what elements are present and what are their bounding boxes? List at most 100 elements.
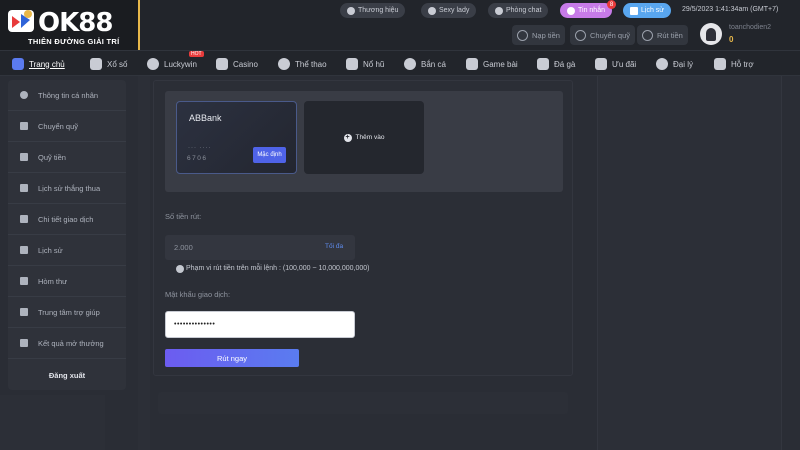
bank-name: ABBank: [189, 113, 222, 123]
pill-label: Tin nhắn: [578, 7, 605, 14]
sidebar-item-label: Chuyển quỹ: [38, 121, 79, 131]
account-sidebar: Thông tin cá nhân Chuyển quỹ Quỹ tiền Lị…: [8, 80, 126, 390]
avatar[interactable]: [700, 23, 722, 45]
bank-card[interactable]: [176, 101, 297, 174]
nav-cockfight[interactable]: Đá gà: [537, 56, 575, 72]
sidebar-item-label: Quỹ tiền: [38, 152, 66, 162]
sidebar-item-mailbox[interactable]: Hòm thư: [8, 266, 126, 297]
ball-icon: [147, 58, 159, 70]
sidebar-item-results[interactable]: Kết quả mở thưởng: [8, 328, 126, 359]
user-icon: [20, 91, 28, 99]
password-label: Mật khẩu giao dịch:: [165, 290, 231, 299]
action-label: Rút tiền: [657, 30, 683, 40]
nav-lottery[interactable]: Xổ số: [90, 56, 127, 72]
sidebar-item-label: Kết quả mở thưởng: [38, 338, 104, 348]
nav-label: Casino: [233, 59, 258, 69]
messages-pill[interactable]: Tin nhắn 8: [560, 0, 616, 18]
nav-promotions[interactable]: Ưu đãi: [595, 56, 636, 72]
nav-label: Ưu đãi: [612, 59, 637, 69]
nav-slots[interactable]: Nổ hũ: [346, 56, 384, 72]
withdraw-range-note: Phạm vi rút tiền trên mỗi lệnh : (100,00…: [186, 265, 370, 272]
info-icon: [176, 265, 184, 273]
nav-label: Trang chủ: [29, 59, 65, 69]
nav-label: Luckywin: [164, 59, 197, 69]
sidebar-item-history[interactable]: Lịch sử: [8, 235, 126, 266]
history-icon: [630, 6, 638, 15]
deposit-icon: [517, 29, 528, 41]
nav-fishing[interactable]: Bắn cá: [404, 56, 446, 72]
bank-card-mask: ··· ····: [188, 145, 212, 151]
gift-icon: [595, 58, 607, 70]
logout-button[interactable]: Đăng xuất: [8, 360, 126, 390]
logo[interactable]: OK88 THIÊN ĐƯỜNG GIẢI TRÍ: [0, 0, 140, 50]
support-icon: [714, 58, 726, 70]
nav-card-games[interactable]: Game bài: [466, 56, 518, 72]
history-pill[interactable]: Lịch sử: [623, 3, 671, 18]
pill-label: Thương hiệu: [358, 7, 399, 14]
nav-label: Hỗ trợ: [731, 59, 754, 69]
nav-label: Đá gà: [554, 59, 576, 69]
sidebar-item-help-center[interactable]: Trung tâm trợ giúp: [8, 297, 126, 328]
mail-icon: [567, 6, 575, 15]
play-icon: [428, 6, 436, 15]
right-panel: [597, 76, 782, 450]
amount-label: Số tiền rút:: [165, 212, 202, 221]
message-count-badge: 8: [606, 0, 616, 9]
transfer-button[interactable]: Chuyển quỹ: [570, 25, 636, 45]
sexy-lady-pill[interactable]: Sexy lady: [421, 3, 477, 18]
withdraw-button[interactable]: Rút tiền: [637, 25, 688, 45]
chat-room-pill[interactable]: Phòng chat: [488, 3, 549, 18]
main-nav: Trang chủ Xổ số Luckywin HOT Casino Thể …: [0, 50, 800, 76]
trophy-icon: [20, 339, 28, 347]
logo-mark-icon: [8, 10, 34, 32]
nav-casino[interactable]: Casino: [216, 56, 258, 72]
home-icon: [347, 6, 355, 15]
casino-icon: [216, 58, 228, 70]
action-label: Nạp tiền: [532, 30, 560, 40]
action-label: Chuyển quỹ: [590, 30, 631, 40]
logo-text: OK88: [38, 8, 113, 38]
top-header: OK88 THIÊN ĐƯỜNG GIẢI TRÍ Thương hiệu Se…: [0, 0, 800, 50]
pill-label: Sexy lady: [439, 7, 470, 14]
default-card-button[interactable]: Mặc định: [253, 147, 286, 163]
help-icon: [20, 308, 28, 316]
mail-icon: [20, 277, 28, 285]
fish-icon: [404, 58, 416, 70]
slot-icon: [346, 58, 358, 70]
nav-luckywin[interactable]: Luckywin HOT: [147, 51, 204, 72]
sidebar-item-fund[interactable]: Quỹ tiền: [8, 142, 126, 173]
nav-sports[interactable]: Thể thao: [278, 56, 327, 72]
nav-label: Nổ hũ: [363, 59, 385, 69]
sidebar-item-profile[interactable]: Thông tin cá nhân: [8, 80, 126, 111]
sidebar-item-label: Trung tâm trợ giúp: [38, 307, 100, 317]
cards-icon: [466, 58, 478, 70]
add-card-button[interactable]: + Thêm vào: [304, 101, 424, 174]
background-panel: [0, 395, 105, 450]
max-amount-link[interactable]: Tối đa: [325, 243, 343, 250]
pill-label: Lịch sử: [641, 7, 664, 14]
pill-label: Phòng chat: [506, 7, 542, 14]
nav-label: Thể thao: [295, 59, 327, 69]
bank-card-number: 6706: [187, 155, 208, 162]
nav-agent[interactable]: Đại lý: [656, 56, 693, 72]
deposit-button[interactable]: Nạp tiền: [512, 25, 565, 45]
username: toanchodien2: [729, 24, 772, 31]
password-value: ••••••••••••••: [174, 321, 216, 328]
background-panel: [138, 76, 150, 450]
nav-support[interactable]: Hỗ trợ: [714, 56, 754, 72]
brand-pill[interactable]: Thương hiệu: [340, 3, 406, 18]
sidebar-item-label: Chi tiết giao dịch: [38, 214, 94, 224]
sidebar-item-win-loss-history[interactable]: Lịch sử thắng thua: [8, 173, 126, 204]
history-icon: [20, 246, 28, 254]
bottom-panel: [158, 392, 568, 414]
wallet-icon: [20, 122, 28, 130]
nav-home[interactable]: Trang chủ: [12, 56, 65, 72]
sidebar-item-transaction-details[interactable]: Chi tiết giao dịch: [8, 204, 126, 235]
nav-label: Bắn cá: [421, 59, 446, 69]
sidebar-item-transfer[interactable]: Chuyển quỹ: [8, 111, 126, 142]
home-icon: [12, 58, 24, 70]
nav-label: Đại lý: [673, 59, 694, 69]
sidebar-item-label: Thông tin cá nhân: [38, 90, 99, 100]
withdraw-now-button[interactable]: Rút ngay: [165, 349, 299, 367]
rooster-icon: [537, 58, 549, 70]
